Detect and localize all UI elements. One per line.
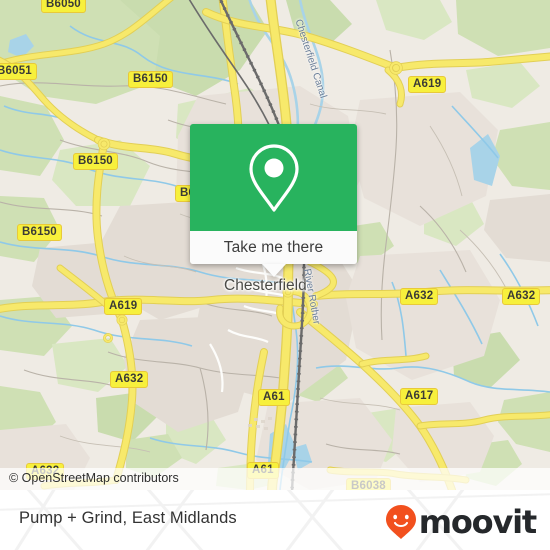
road-shield-a619-northeast: A619 <box>408 76 447 93</box>
road-shield-a619-west: A619 <box>104 298 143 315</box>
city-label-chesterfield: Chesterfield <box>224 277 307 294</box>
place-popup-card[interactable]: Take me there <box>190 124 357 277</box>
road-shield-a632-east: A632 <box>400 288 439 305</box>
moovit-logo[interactable]: moovit <box>384 503 537 541</box>
take-me-there-button[interactable]: Take me there <box>224 239 324 257</box>
road-shield-b6051: B6051 <box>0 63 37 80</box>
moovit-map-screenshot: .grn { fill:#cfe0b4; } .grn2 { fill:#d9e… <box>0 0 550 550</box>
osm-attribution-text[interactable]: © OpenStreetMap contributors <box>9 471 179 485</box>
map-pin-icon <box>248 143 299 212</box>
moovit-smiley-pin-icon <box>385 505 416 539</box>
map-attribution-bar: © OpenStreetMap contributors <box>0 468 550 490</box>
popup-pointer-tail <box>261 264 286 277</box>
popup-action-bar[interactable]: Take me there <box>190 231 357 277</box>
map-canvas[interactable]: .grn { fill:#cfe0b4; } .grn2 { fill:#d9e… <box>0 0 550 490</box>
moovit-wordmark: moovit <box>418 503 537 541</box>
road-shield-b6050: B6050 <box>41 0 86 13</box>
road-shield-a617: A617 <box>400 388 439 405</box>
road-shield-b6150-west: B6150 <box>73 153 118 170</box>
road-shield-a61-mid: A61 <box>258 389 290 406</box>
popup-image-area <box>190 124 357 231</box>
road-shield-a632-southwest: A632 <box>110 371 149 388</box>
road-shield-b6150-north: B6150 <box>128 71 173 88</box>
place-title: Pump + Grind, East Midlands <box>19 509 237 527</box>
road-shield-a632-far-east: A632 <box>502 288 541 305</box>
footer-bar: Pump + Grind, East Midlands moovit <box>0 490 550 550</box>
road-shield-b6150-southwest: B6150 <box>17 224 62 241</box>
